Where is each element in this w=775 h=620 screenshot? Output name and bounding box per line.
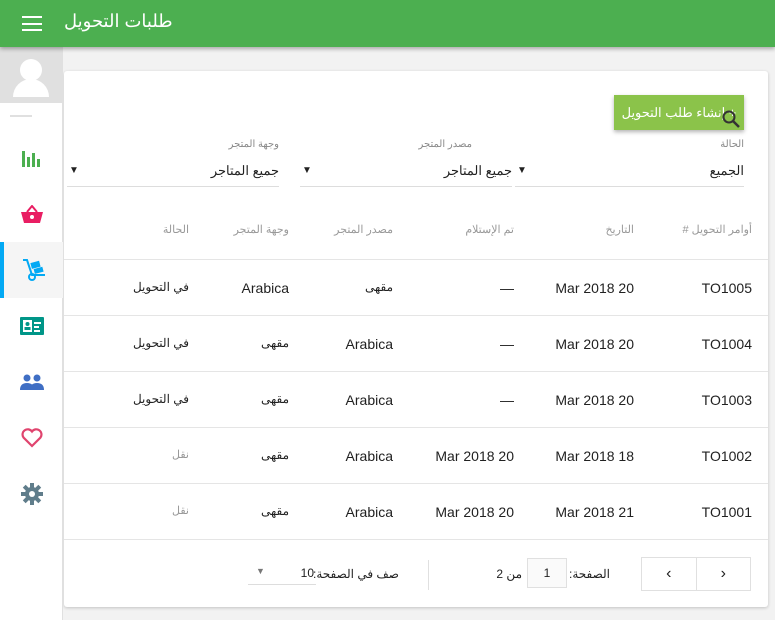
column-header[interactable]: تم الإستلام: [465, 223, 514, 236]
table-cell: Arabica: [241, 280, 289, 296]
table-cell: نقل: [172, 505, 189, 517]
table-cell: Mar 2018 18: [555, 448, 634, 464]
table-cell: TO1005: [701, 280, 752, 296]
table-row[interactable]: TO1004 Mar 2018 20 — Arabica مقهى في التحويل: [64, 315, 768, 371]
column-header[interactable]: مصدر المتجر: [334, 223, 393, 236]
table-row[interactable]: TO1002 Mar 2018 18 Mar 2018 20 Arabica مقهى ن…: [64, 427, 768, 483]
app-header: طلبات التحويل: [0, 0, 775, 47]
divider: [64, 539, 768, 540]
sidebar-item-transfers[interactable]: [0, 242, 63, 298]
dropdown-arrow-icon: ▼: [69, 165, 79, 176]
table-cell: —: [500, 336, 514, 352]
table-cell: TO1001: [701, 504, 752, 520]
previous-page-button[interactable]: ‹: [642, 558, 697, 590]
table-cell: TO1003: [701, 392, 752, 408]
dropdown-arrow-icon: ▼: [302, 165, 312, 176]
hand-truck-icon: [22, 259, 45, 281]
table-row[interactable]: TO1003 Mar 2018 20 — Arabica مقهى في التحويل: [64, 371, 768, 427]
table-row[interactable]: TO1001 Mar 2018 21 Mar 2018 20 Arabica مقهى ن…: [64, 483, 768, 539]
next-page-button[interactable]: ›: [697, 558, 751, 590]
table-cell: Mar 2018 20: [435, 448, 514, 464]
table-cell: نقل: [172, 449, 189, 461]
gear-icon: [20, 483, 43, 505]
table-cell: —: [500, 392, 514, 408]
search-icon: [722, 110, 740, 128]
destination-store-filter[interactable]: وجهة المتجر جميع المتاجر ▼: [67, 139, 279, 187]
dropdown-arrow-icon: ▼: [517, 165, 527, 176]
table-cell: —: [500, 280, 514, 296]
divider: [10, 115, 32, 117]
basket-icon: [20, 205, 43, 223]
table-cell: Arabica: [345, 336, 393, 352]
column-header[interactable]: التاريخ: [605, 223, 634, 236]
page-title: طلبات التحويل: [64, 11, 173, 31]
id-card-icon: [19, 317, 44, 335]
status-filter[interactable]: الحالة الجميع ▼: [515, 139, 744, 187]
divider: [428, 560, 429, 590]
sidebar-item-reports[interactable]: [0, 130, 63, 186]
sidebar-item-settings[interactable]: [0, 466, 63, 522]
table-cell: مقهى: [364, 280, 393, 294]
sidebar-item-loyalty[interactable]: [0, 410, 63, 466]
table-row[interactable]: TO1005 Mar 2018 20 — مقهى Arabica في التحويل: [64, 259, 768, 315]
column-header[interactable]: وجهة المتجر: [234, 223, 289, 236]
rows-per-page-select[interactable]: 10 ▼: [248, 559, 316, 585]
table-cell: مقهى: [260, 448, 289, 462]
people-icon: [19, 374, 44, 390]
source-store-filter[interactable]: مصدر المتجر جميع المتاجر ▼: [300, 139, 512, 187]
bar-chart-icon: [21, 151, 40, 167]
table-cell: TO1004: [701, 336, 752, 352]
column-header[interactable]: أوامر التحويل #: [682, 223, 752, 236]
table-cell: Arabica: [345, 392, 393, 408]
table-cell: مقهى: [260, 392, 289, 406]
table-cell: Mar 2018 20: [555, 336, 634, 352]
table-cell: مقهى: [260, 504, 289, 518]
table-cell: Mar 2018 20: [555, 392, 634, 408]
sidebar-item-customers[interactable]: [0, 298, 63, 354]
table-cell: TO1002: [701, 448, 752, 464]
table-cell: في التحويل: [132, 392, 189, 406]
sidebar: [0, 47, 63, 620]
sidebar-item-employees[interactable]: [0, 354, 63, 410]
sidebar-item-sales[interactable]: [0, 186, 63, 242]
heart-icon: [20, 428, 43, 448]
table-cell: Arabica: [345, 504, 393, 520]
table-cell: في التحويل: [132, 336, 189, 350]
table-cell: مقهى: [260, 336, 289, 350]
avatar[interactable]: [0, 47, 62, 103]
dropdown-arrow-icon: ▼: [256, 566, 265, 576]
table-cell: Mar 2018 20: [555, 280, 634, 296]
page-input[interactable]: 1: [527, 558, 567, 588]
table-cell: Arabica: [345, 448, 393, 464]
transfers-card: + إنشاء طلب التحويل الحالة الجميع ▼ مصدر…: [64, 71, 768, 607]
table-cell: Mar 2018 21: [555, 504, 634, 520]
hamburger-icon[interactable]: [22, 16, 42, 31]
create-transfer-button[interactable]: + إنشاء طلب التحويل: [614, 95, 744, 130]
column-header[interactable]: الحالة: [163, 223, 189, 236]
table-cell: Mar 2018 20: [435, 504, 514, 520]
table-cell: في التحويل: [132, 280, 189, 294]
